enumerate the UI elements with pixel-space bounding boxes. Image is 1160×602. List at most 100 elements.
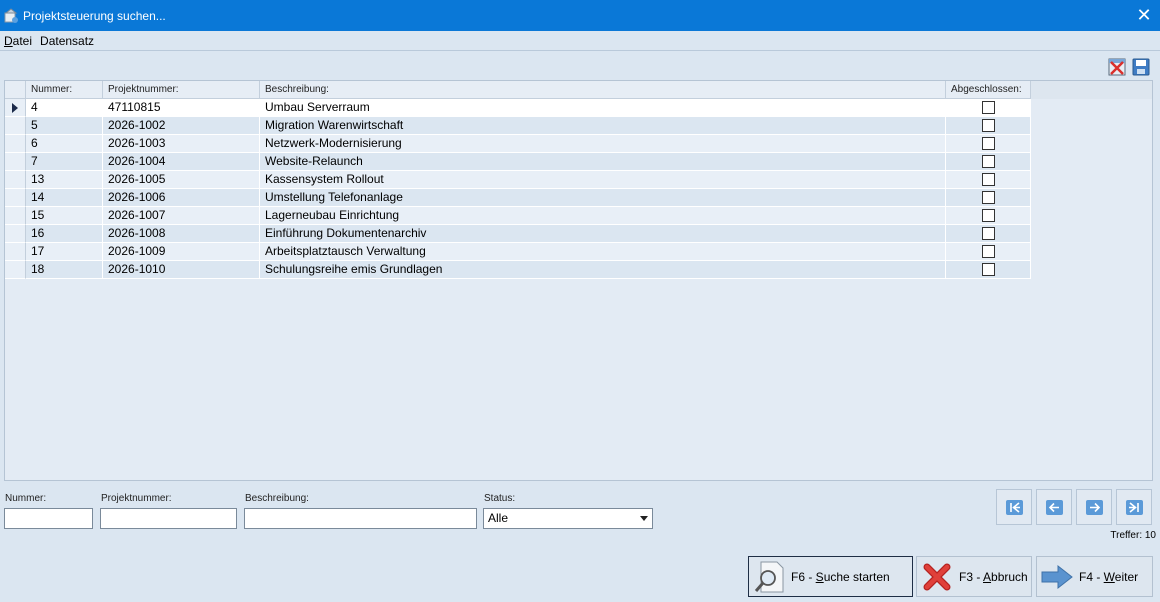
cell-beschreibung[interactable]: Lagerneubau Einrichtung <box>260 207 946 225</box>
table-row[interactable]: 14 2026-1006 Umstellung Telefonanlage <box>5 189 1152 207</box>
abgeschlossen-checkbox[interactable] <box>981 155 995 168</box>
previous-record-button[interactable] <box>1036 489 1072 525</box>
table-row[interactable]: 7 2026-1004 Website-Relaunch <box>5 153 1152 171</box>
table-row[interactable]: 13 2026-1005 Kassensystem Rollout <box>5 171 1152 189</box>
cell-projektnummer[interactable]: 2026-1009 <box>103 243 260 261</box>
table-row[interactable]: 18 2026-1010 Schulungsreihe emis Grundlage… <box>5 261 1152 279</box>
first-record-button[interactable] <box>996 489 1032 525</box>
abgeschlossen-checkbox[interactable] <box>981 173 995 186</box>
column-header-nummer[interactable]: Nummer: <box>26 81 103 99</box>
close-icon[interactable]: ✕ <box>1134 5 1154 25</box>
cell-nummer[interactable]: 16 <box>26 225 103 243</box>
magnifier-document-icon <box>753 560 787 594</box>
column-header-beschreibung[interactable]: Beschreibung: <box>260 81 946 99</box>
title-bar: Projektsteuerung suchen... ✕ <box>0 0 1160 31</box>
cell-abgeschlossen <box>946 189 1031 207</box>
chevron-down-icon[interactable] <box>636 509 652 528</box>
cell-projektnummer[interactable]: 2026-1005 <box>103 171 260 189</box>
abgeschlossen-checkbox[interactable] <box>981 191 995 204</box>
cell-projektnummer[interactable]: 2026-1002 <box>103 117 260 135</box>
row-indicator[interactable] <box>5 207 26 225</box>
abgeschlossen-checkbox[interactable] <box>981 101 995 114</box>
abgeschlossen-checkbox[interactable] <box>981 227 995 240</box>
status-select[interactable]: Alle <box>483 508 653 529</box>
next-record-button[interactable] <box>1076 489 1112 525</box>
cell-beschreibung[interactable]: Kassensystem Rollout <box>260 171 946 189</box>
delete-record-icon[interactable] <box>1107 57 1127 77</box>
row-indicator-header <box>5 81 26 99</box>
cell-beschreibung[interactable]: Netzwerk-Modernisierung <box>260 135 946 153</box>
cancel-button[interactable]: F3 - Abbruch <box>916 556 1032 597</box>
row-indicator[interactable] <box>5 261 26 279</box>
cell-abgeschlossen <box>946 207 1031 225</box>
cell-beschreibung[interactable]: Schulungsreihe emis Grundlagen <box>260 261 946 279</box>
row-indicator[interactable] <box>5 243 26 261</box>
cell-beschreibung[interactable]: Einführung Dokumentenarchiv <box>260 225 946 243</box>
row-indicator[interactable] <box>5 135 26 153</box>
cancel-button-label: F3 - Abbruch <box>959 569 1028 584</box>
filter-label-status: Status: <box>484 493 516 504</box>
grid-body: 4 47110815 Umbau Serverraum 5 2026-1002 Migra… <box>5 99 1152 279</box>
search-button[interactable]: F6 - Suche starten <box>748 556 913 597</box>
table-row[interactable]: 17 2026-1009 Arbeitsplatztausch Verwaltung <box>5 243 1152 261</box>
row-indicator[interactable] <box>5 171 26 189</box>
cell-abgeschlossen <box>946 243 1031 261</box>
beschreibung-filter-input[interactable] <box>244 508 477 529</box>
save-icon[interactable] <box>1131 57 1151 77</box>
cell-nummer[interactable]: 17 <box>26 243 103 261</box>
cell-projektnummer[interactable]: 2026-1006 <box>103 189 260 207</box>
cell-beschreibung[interactable]: Arbeitsplatztausch Verwaltung <box>260 243 946 261</box>
cell-nummer[interactable]: 4 <box>26 99 103 117</box>
projektnummer-filter-input[interactable] <box>100 508 237 529</box>
cell-nummer[interactable]: 7 <box>26 153 103 171</box>
window-title: Projektsteuerung suchen... <box>23 8 166 23</box>
cell-beschreibung[interactable]: Umstellung Telefonanlage <box>260 189 946 207</box>
cell-projektnummer[interactable]: 2026-1010 <box>103 261 260 279</box>
next-button[interactable]: F4 - Weiter <box>1036 556 1153 597</box>
row-indicator[interactable] <box>5 189 26 207</box>
filter-label-beschreibung: Beschreibung: <box>245 493 309 504</box>
cell-beschreibung[interactable]: Migration Warenwirtschaft <box>260 117 946 135</box>
row-indicator[interactable] <box>5 225 26 243</box>
results-grid[interactable]: Nummer: Projektnummer: Beschreibung: Abg… <box>4 80 1153 481</box>
cell-nummer[interactable]: 5 <box>26 117 103 135</box>
cell-projektnummer[interactable]: 2026-1007 <box>103 207 260 225</box>
menu-bar: Datei Datensatz <box>0 31 1160 51</box>
cell-projektnummer[interactable]: 2026-1003 <box>103 135 260 153</box>
table-row[interactable]: 15 2026-1007 Lagerneubau Einrichtung <box>5 207 1152 225</box>
cell-nummer[interactable]: 6 <box>26 135 103 153</box>
table-row[interactable]: 16 2026-1008 Einführung Dokumentenarchiv <box>5 225 1152 243</box>
cell-nummer[interactable]: 18 <box>26 261 103 279</box>
nummer-filter-input[interactable] <box>4 508 93 529</box>
abgeschlossen-checkbox[interactable] <box>981 245 995 258</box>
column-header-abgeschlossen[interactable]: Abgeschlossen: <box>946 81 1031 99</box>
table-row[interactable]: 6 2026-1003 Netzwerk-Modernisierung <box>5 135 1152 153</box>
cell-beschreibung[interactable]: Website-Relaunch <box>260 153 946 171</box>
column-header-projektnummer[interactable]: Projektnummer: <box>103 81 260 99</box>
status-select-value: Alle <box>488 511 509 525</box>
cell-abgeschlossen <box>946 117 1031 135</box>
cell-nummer[interactable]: 14 <box>26 189 103 207</box>
first-record-icon <box>1005 499 1023 515</box>
menu-datei[interactable]: Datei <box>0 34 36 48</box>
cell-nummer[interactable]: 13 <box>26 171 103 189</box>
abgeschlossen-checkbox[interactable] <box>981 119 995 132</box>
menu-datensatz[interactable]: Datensatz <box>36 34 98 48</box>
cell-beschreibung[interactable]: Umbau Serverraum <box>260 99 946 117</box>
last-record-button[interactable] <box>1116 489 1152 525</box>
search-button-label: F6 - Suche starten <box>791 569 890 584</box>
row-indicator[interactable] <box>5 153 26 171</box>
cell-projektnummer[interactable]: 2026-1004 <box>103 153 260 171</box>
cancel-x-icon <box>923 563 951 591</box>
table-row[interactable]: 5 2026-1002 Migration Warenwirtschaft <box>5 117 1152 135</box>
row-indicator[interactable] <box>5 99 26 117</box>
cell-projektnummer[interactable]: 47110815 <box>103 99 260 117</box>
filter-label-projektnummer: Projektnummer: <box>101 493 172 504</box>
row-indicator[interactable] <box>5 117 26 135</box>
cell-projektnummer[interactable]: 2026-1008 <box>103 225 260 243</box>
abgeschlossen-checkbox[interactable] <box>981 209 995 222</box>
cell-nummer[interactable]: 15 <box>26 207 103 225</box>
abgeschlossen-checkbox[interactable] <box>981 263 995 276</box>
table-row[interactable]: 4 47110815 Umbau Serverraum <box>5 99 1152 117</box>
abgeschlossen-checkbox[interactable] <box>981 137 995 150</box>
